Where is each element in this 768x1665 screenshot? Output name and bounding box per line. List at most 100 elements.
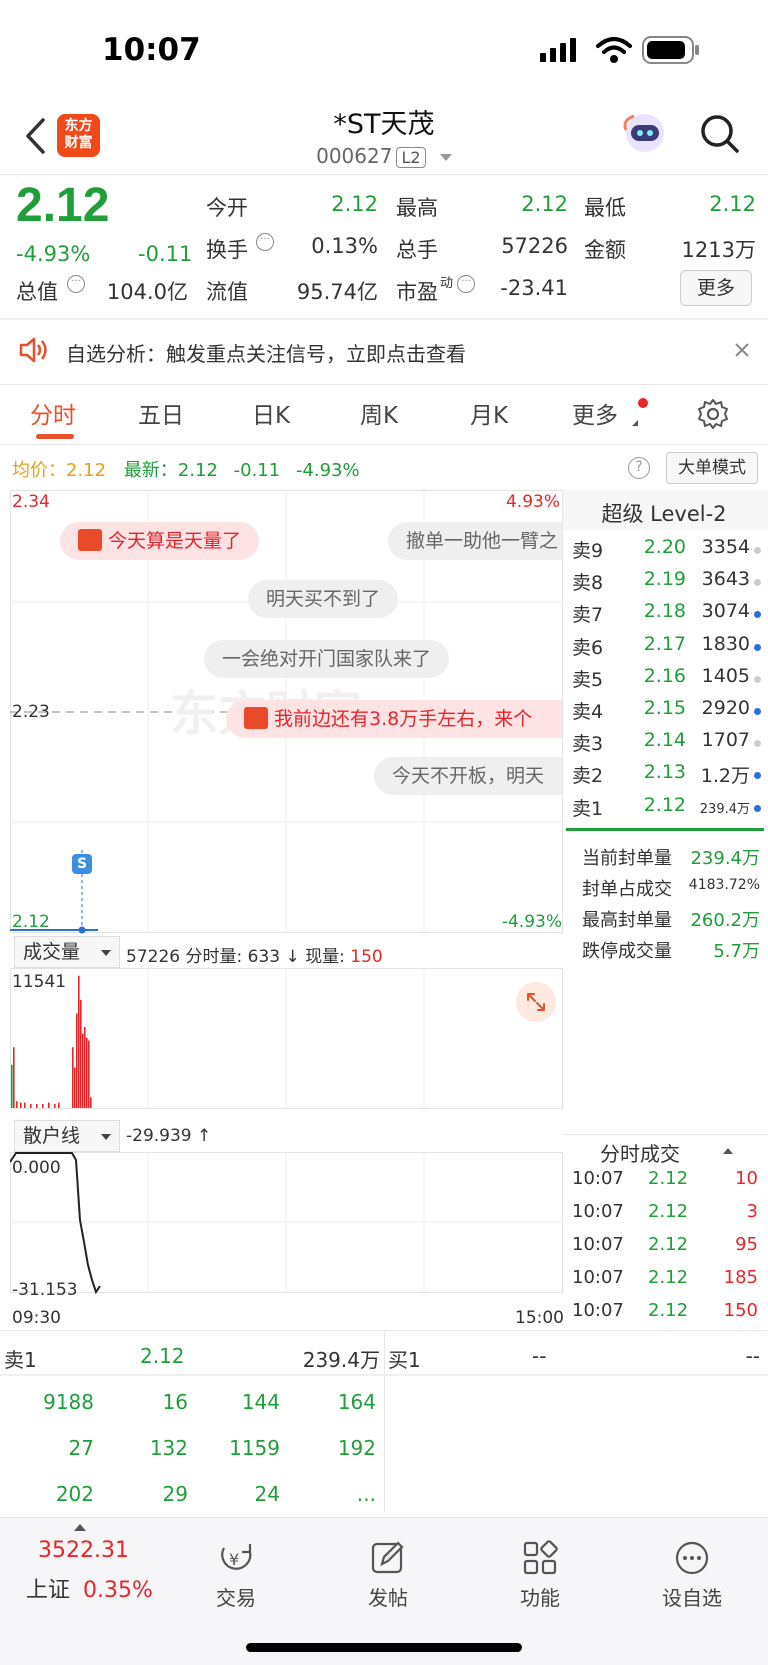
ask-row[interactable]: 卖7 2.18 3074	[572, 600, 762, 632]
ask-row[interactable]: 卖5 2.16 1405	[572, 665, 762, 697]
index-row[interactable]: 上证 0.35%	[26, 1572, 153, 1604]
ask-row[interactable]: 卖8 2.19 3643	[572, 568, 762, 600]
more-button[interactable]: 更多	[680, 270, 752, 306]
close-icon[interactable]	[734, 342, 750, 358]
seal-label: 当前封单量	[582, 848, 672, 869]
status-time: 10:07	[102, 32, 201, 68]
comment-text: 今天算是天量了	[108, 530, 242, 552]
nav-trade[interactable]: ¥ 交易	[186, 1540, 286, 1611]
comment-bubble[interactable]: 我前边还有3.8万手左右，来个	[226, 700, 562, 738]
ask-label: 卖2	[572, 765, 604, 788]
current-price: 2.12	[16, 179, 110, 232]
time-end-label: 15:00	[515, 1308, 564, 1328]
order-dot-icon	[754, 611, 761, 619]
tab-daily-k[interactable]: 日K	[252, 396, 290, 430]
nav-post[interactable]: 发帖	[338, 1540, 438, 1611]
expand-icon	[527, 993, 545, 1011]
comment-bubble[interactable]: 一会绝对开门国家队来了	[204, 640, 450, 678]
dropdown-icon	[101, 950, 111, 956]
comment-text: 今天不开板，明天	[392, 765, 545, 787]
volume-bar	[13, 1047, 15, 1108]
tick-price: 2.12	[648, 1201, 689, 1222]
search-icon[interactable]	[700, 114, 740, 154]
info-icon[interactable]: ···	[67, 275, 85, 293]
ask-row[interactable]: 卖4 2.15 2920	[572, 697, 762, 729]
ticks-divider	[563, 1134, 768, 1135]
tab-monthly-k[interactable]: 月K	[470, 396, 508, 430]
collapse-icon[interactable]	[723, 1148, 733, 1154]
index-value[interactable]: 3522.31	[38, 1538, 129, 1563]
tab-weekly-k[interactable]: 周K	[360, 396, 398, 430]
active-tab-indicator	[36, 434, 74, 439]
comment-bubble[interactable]: 今天算是天量了	[60, 522, 260, 560]
info-icon[interactable]: ···	[256, 233, 274, 251]
settings-gear-icon[interactable]	[697, 398, 729, 430]
retail-summary: -29.939 ↑	[126, 1126, 211, 1146]
tab-more[interactable]: 更多	[572, 396, 618, 430]
ask-row[interactable]: 卖2 2.13 1.2万	[572, 761, 762, 793]
open-label: 今开	[206, 196, 248, 220]
volume-bar	[84, 1027, 86, 1108]
total-hands-label: 总手	[396, 238, 438, 262]
tick-price: 2.12	[648, 1300, 689, 1321]
ask-price: 2.18	[643, 600, 686, 623]
comment-bubble[interactable]: 撤单一助他一臂之	[388, 522, 562, 560]
nav-add-watchlist-label: 设自选	[662, 1586, 722, 1610]
pct-top-label: 4.93%	[505, 492, 560, 512]
robot-assistant-icon[interactable]	[622, 110, 668, 156]
volume-max-label: 11541	[12, 972, 67, 992]
queue-order-volume: 164	[337, 1390, 376, 1414]
volume-bar	[54, 1103, 56, 1108]
ask-label: 卖3	[572, 733, 604, 756]
latest-change: -0.11	[233, 460, 281, 481]
volume-bar	[36, 1103, 38, 1108]
order-dot-icon	[754, 708, 761, 715]
ask-row[interactable]: 卖1 2.12 239.4万	[572, 794, 762, 826]
buy1-price: --	[532, 1344, 547, 1368]
nav-add-watchlist[interactable]: 设自选	[642, 1540, 742, 1611]
tab-five-day[interactable]: 五日	[138, 396, 184, 430]
ask-price: 2.13	[643, 761, 686, 784]
tab-intraday[interactable]: 分时	[30, 396, 76, 430]
sell-marker[interactable]: S	[72, 854, 92, 874]
ask-row[interactable]: 卖3 2.14 1707	[572, 729, 762, 761]
comment-bubble[interactable]: 今天不开板，明天	[374, 757, 562, 795]
volume-bar	[48, 1102, 50, 1108]
quote-divider	[0, 318, 768, 320]
index-expand-icon[interactable]	[74, 1524, 86, 1531]
avg-label: 均价：	[12, 460, 66, 481]
high-value: 2.12	[521, 192, 568, 216]
ask-row[interactable]: 卖9 2.20 3354	[572, 536, 762, 568]
market-cap-value: 104.0亿	[106, 280, 188, 304]
level2-title[interactable]: 超级 Level-2	[564, 498, 764, 528]
grid-header-divider	[0, 1374, 768, 1376]
retail-line-selector[interactable]: 散户线	[14, 1120, 120, 1152]
ask-label: 卖6	[572, 636, 604, 659]
large-order-mode-button[interactable]: 大单模式	[666, 452, 758, 484]
comment-bubble[interactable]: 明天买不到了	[248, 580, 399, 618]
volume-bar	[11, 1064, 13, 1108]
seal-value: 5.7万	[713, 941, 760, 962]
info-icon[interactable]: ···	[457, 275, 475, 293]
red-envelope-icon	[78, 528, 102, 551]
ask-volume: 239.4万	[699, 801, 750, 817]
volume-selector[interactable]: 成交量	[14, 936, 120, 968]
price-summary-row: 均价：2.12 最新：2.12 -0.11 -4.93%	[12, 456, 360, 482]
dropdown-icon	[101, 1134, 111, 1140]
header-divider	[0, 174, 768, 175]
nav-functions[interactable]: 功能	[490, 1540, 590, 1611]
ask-row[interactable]: 卖6 2.17 1830	[572, 633, 762, 665]
time-start-label: 09:30	[12, 1308, 61, 1328]
amount-label: 金额	[584, 238, 626, 262]
volume-bar	[42, 1103, 44, 1108]
expand-button[interactable]	[516, 982, 556, 1022]
low-label: 最低	[584, 196, 626, 220]
ask-price: 2.12	[643, 793, 686, 816]
order-dot-icon	[754, 547, 761, 554]
corner-triangle-icon	[632, 420, 638, 426]
help-icon[interactable]: ?	[628, 457, 650, 479]
tick-time: 10:07	[572, 1168, 624, 1189]
ticks-title[interactable]: 分时成交	[600, 1138, 680, 1167]
price-top-label: 2.34	[12, 492, 50, 512]
volume-bar	[74, 1067, 76, 1108]
